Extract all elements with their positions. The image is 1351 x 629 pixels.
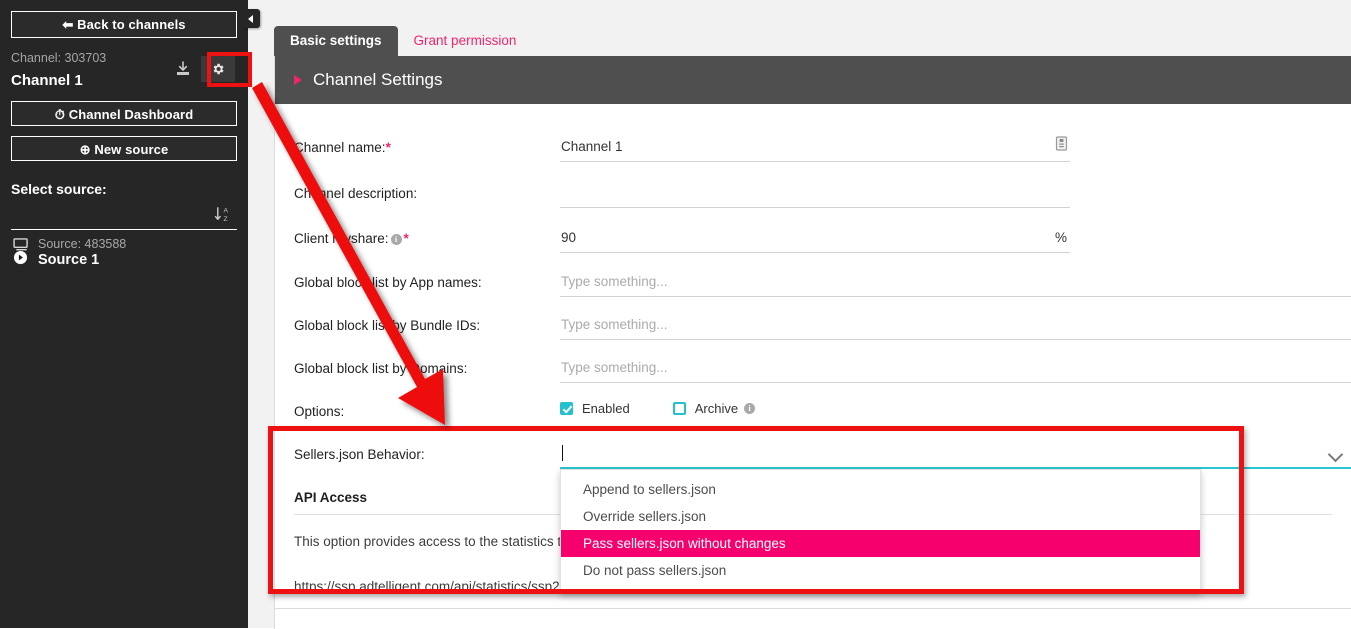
- source-sort-row: A Z: [11, 203, 237, 229]
- tab-basic-settings[interactable]: Basic settings: [274, 26, 398, 56]
- form-row-channel-description: Channel description:: [275, 186, 1351, 230]
- archive-checkbox[interactable]: [672, 402, 686, 415]
- settings-panel: Channel Settings Channel name:* Channel …: [274, 56, 1351, 618]
- sellers-json-dropdown: Append to sellers.json Override sellers.…: [560, 469, 1201, 593]
- app-root: ⬅ Back to channels Channel: 303703 Chann…: [0, 0, 1351, 629]
- panel-header-title: Channel Settings: [313, 70, 443, 89]
- options-label: Options:: [294, 404, 345, 419]
- channel-description-input[interactable]: [560, 182, 1070, 208]
- form-row-blocklist-domains: Global block list by Domains: Type somet…: [275, 360, 1351, 405]
- api-access-title: API Access: [294, 490, 368, 505]
- gear-icon: [213, 63, 224, 75]
- dropdown-option-override[interactable]: Override sellers.json: [561, 503, 1200, 530]
- channel-settings-gear-button[interactable]: [201, 56, 235, 82]
- arrow-left-icon: ⬅: [62, 17, 74, 32]
- play-circle-icon: [13, 250, 28, 270]
- options-checkbox-group: Enabled Archive i: [560, 401, 757, 416]
- archive-label: Archive: [694, 401, 739, 416]
- form-row-channel-name: Channel name:* Channel 1: [275, 136, 1351, 184]
- client-revshare-input[interactable]: 90 %: [560, 227, 1070, 253]
- blocklist-domains-label: Global block list by Domains:: [294, 361, 468, 376]
- dropdown-option-do-not-pass[interactable]: Do not pass sellers.json: [561, 557, 1200, 584]
- dashboard-gauge-icon: ⏱: [54, 107, 66, 122]
- client-revshare-value: 90: [561, 230, 577, 245]
- info-icon[interactable]: i: [390, 234, 402, 245]
- tab-bar: Basic settings Grant permission: [274, 26, 532, 56]
- blocklist-domains-placeholder: Type something...: [561, 360, 668, 375]
- dropdown-option-override-label: Override sellers.json: [583, 509, 707, 524]
- sidebar-source-item[interactable]: Source: 483588 Source 1: [11, 237, 237, 269]
- source-divider: [11, 229, 237, 230]
- dropdown-option-append[interactable]: Append to sellers.json: [561, 476, 1200, 503]
- sort-alpha-icon[interactable]: A Z: [214, 205, 233, 229]
- blocklist-apps-placeholder: Type something...: [561, 274, 668, 289]
- copy-icon[interactable]: [1055, 136, 1068, 156]
- dropdown-option-do-not-pass-label: Do not pass sellers.json: [583, 563, 727, 578]
- download-icon[interactable]: [175, 61, 191, 77]
- dropdown-option-append-label: Append to sellers.json: [583, 482, 716, 497]
- channel-name-value: Channel 1: [561, 139, 623, 154]
- percent-unit-label: %: [1054, 230, 1067, 245]
- blocklist-domains-input[interactable]: Type something...: [560, 357, 1351, 383]
- collapse-left-icon: [248, 14, 253, 23]
- plus-circle-icon: ⊕: [79, 142, 91, 157]
- form-row-client-revshare: Client revshare: i * 90 %: [275, 230, 1351, 275]
- sidebar-action-icons: [175, 56, 235, 82]
- tab-grant-permission-label: Grant permission: [413, 33, 517, 48]
- svg-text:Z: Z: [224, 216, 228, 223]
- channel-dashboard-button[interactable]: ⏱ Channel Dashboard: [11, 101, 237, 126]
- channel-name-label: Channel name:*: [294, 140, 391, 155]
- dropdown-option-pass-without-changes[interactable]: Pass sellers.json without changes: [561, 530, 1200, 557]
- panel-header[interactable]: Channel Settings: [275, 56, 1351, 104]
- source-id-label: Source: 483588: [38, 237, 127, 251]
- form-row-blocklist-apps: Global block list by App names: Type som…: [275, 274, 1351, 319]
- channel-dashboard-label: Channel Dashboard: [68, 107, 194, 122]
- blocklist-apps-label: Global block list by App names:: [294, 275, 482, 290]
- tab-grant-permission[interactable]: Grant permission: [398, 26, 533, 56]
- back-to-channels-label: Back to channels: [77, 17, 186, 32]
- blocklist-apps-input[interactable]: Type something...: [560, 271, 1351, 297]
- form-row-sellers-json: Sellers.json Behavior: Append to sellers…: [275, 445, 1351, 593]
- sellers-json-label: Sellers.json Behavior:: [294, 447, 425, 462]
- panel-footer-card: [274, 608, 1351, 629]
- channel-name-input[interactable]: Channel 1: [560, 136, 1070, 162]
- back-to-channels-button[interactable]: ⬅ Back to channels: [11, 11, 237, 38]
- blocklist-bundles-placeholder: Type something...: [561, 317, 668, 332]
- blocklist-bundles-input[interactable]: Type something...: [560, 314, 1351, 340]
- new-source-button[interactable]: ⊕ New source: [11, 136, 237, 161]
- new-source-label: New source: [94, 142, 169, 157]
- svg-text:A: A: [224, 208, 229, 215]
- select-source-label: Select source:: [11, 181, 107, 197]
- chevron-down-icon[interactable]: [1327, 446, 1344, 463]
- sidebar-collapse-toggle[interactable]: [241, 9, 260, 28]
- dropdown-option-pass-without-changes-label: Pass sellers.json without changes: [583, 536, 786, 551]
- archive-info-icon[interactable]: i: [744, 403, 756, 414]
- main-content: Basic settings Grant permission Channel …: [248, 0, 1351, 629]
- sidebar: ⬅ Back to channels Channel: 303703 Chann…: [0, 0, 248, 628]
- text-caret: [562, 445, 563, 461]
- enabled-checkbox[interactable]: [560, 402, 573, 415]
- tab-basic-settings-label: Basic settings: [290, 33, 382, 48]
- form-row-blocklist-bundles: Global block list by Bundle IDs: Type so…: [275, 317, 1351, 362]
- client-revshare-label: Client revshare: i *: [294, 231, 409, 246]
- sellers-json-select[interactable]: Append to sellers.json Override sellers.…: [560, 442, 1351, 593]
- blocklist-bundles-label: Global block list by Bundle IDs:: [294, 318, 481, 333]
- channel-description-label: Channel description:: [294, 186, 418, 201]
- enabled-label: Enabled: [582, 401, 630, 416]
- caret-right-icon: [294, 75, 302, 85]
- source-name-label: Source 1: [38, 252, 100, 268]
